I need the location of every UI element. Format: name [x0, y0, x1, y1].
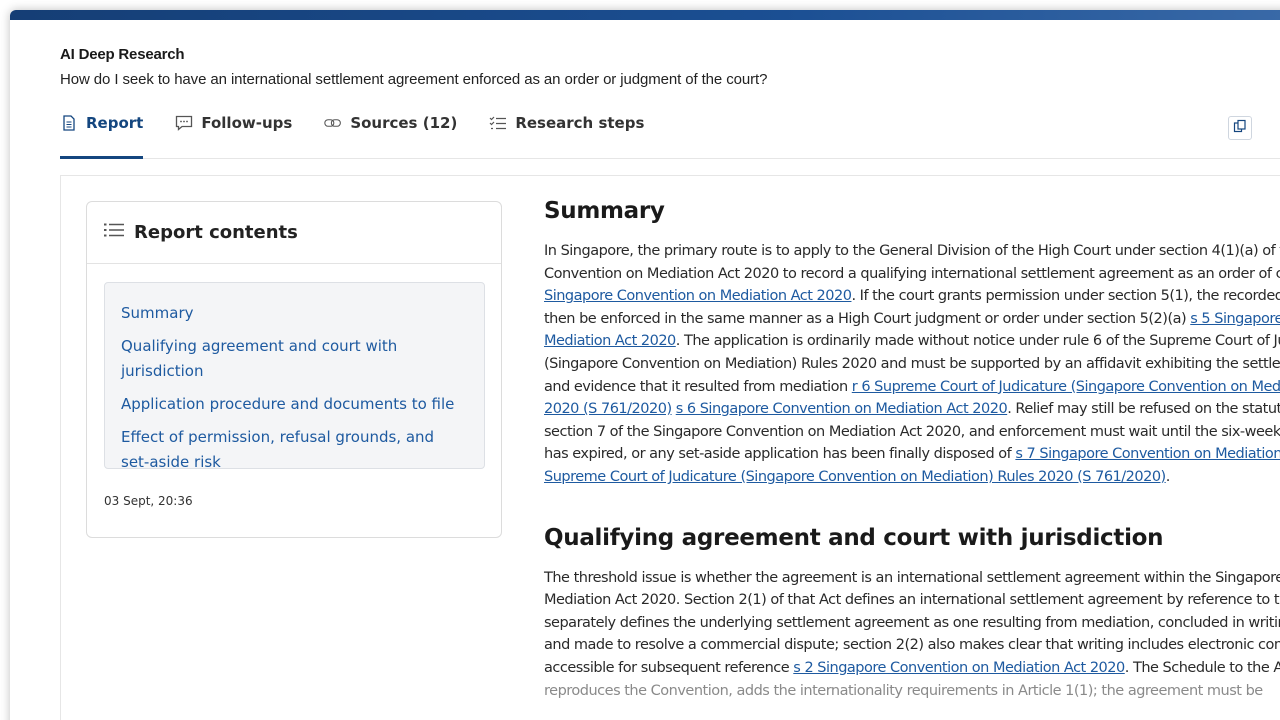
citation-link[interactable]: s 7 Singapore Convention on Mediation Ac…: [1015, 446, 1280, 462]
text-line: Mediation Act 2020. The application is o…: [544, 330, 1280, 353]
research-question: How do I seek to have an international s…: [60, 71, 768, 88]
text-segment: section 7 of the Singapore Convention on…: [544, 423, 1280, 440]
text-segment: .: [1165, 468, 1171, 485]
text-line: section 7 of the Singapore Convention on…: [544, 421, 1280, 444]
citation-link[interactable]: 2020 (S 761/2020): [544, 401, 672, 417]
tab-research-steps-label: Research steps: [515, 114, 645, 132]
report-contents-panel: Report contents Summary Qualifying agree…: [86, 201, 502, 538]
text-line: Mediation Act 2020. Section 2(1) of that…: [544, 589, 1280, 612]
text-line: then be enforced in the same manner as a…: [544, 308, 1280, 331]
text-segment: In Singapore, the primary route is to ap…: [544, 243, 1280, 259]
checklist-icon: [489, 114, 507, 132]
report-contents-title: Report contents: [134, 222, 298, 243]
summary-heading: Summary: [544, 198, 665, 224]
toc-item-effect-of-permission[interactable]: Effect of permission, refusal grounds, a…: [121, 425, 451, 475]
report-body: Summary In Singapore, the primary route …: [544, 198, 1280, 702]
toc-item-application-procedure[interactable]: Application procedure and documents to f…: [121, 392, 468, 417]
text-segment: . The Schedule to the Act: [1124, 659, 1280, 676]
toc-item-summary[interactable]: Summary: [121, 301, 468, 326]
text-line: Supreme Court of Judicature (Singapore C…: [544, 466, 1280, 489]
chat-icon: [175, 114, 193, 132]
tab-research-steps[interactable]: Research steps: [489, 114, 644, 158]
text-line: separately defines the underlying settle…: [544, 612, 1280, 635]
text-segment: has expired, or any set-aside applicatio…: [544, 446, 1016, 463]
app-title: AI Deep Research: [60, 46, 185, 63]
tab-follow-ups-label: Follow-ups: [201, 114, 293, 132]
document-icon: [60, 114, 78, 132]
qualifying-agreement-paragraph: The threshold issue is whether the agree…: [544, 567, 1280, 703]
citation-link[interactable]: s 2 Singapore Convention on Mediation Ac…: [793, 660, 1125, 676]
citation-link[interactable]: r 6 Supreme Court of Judicature (Singapo…: [852, 379, 1280, 395]
text-segment: and evidence that it resulted from media…: [544, 378, 852, 395]
tab-report-label: Report: [86, 114, 144, 132]
text-line: (Singapore Convention on Mediation) Rule…: [544, 353, 1280, 376]
text-segment: Mediation Act 2020. Section 2(1) of that…: [544, 592, 1280, 609]
link-icon: [324, 114, 342, 132]
tab-report[interactable]: Report: [60, 114, 144, 159]
text-segment: and made to resolve a commercial dispute…: [544, 637, 1280, 654]
text-segment: . The application is ordinarily made wit…: [675, 333, 1280, 350]
text-line: accessible for subsequent reference s 2 …: [544, 657, 1280, 680]
top-accent-bar: [10, 10, 1280, 20]
text-line: reproduces the Convention, adds the inte…: [544, 680, 1280, 703]
report-timestamp: 03 Sept, 20:36: [104, 494, 193, 508]
copy-button[interactable]: [1228, 116, 1252, 140]
text-segment: Convention on Mediation Act 2020 to reco…: [544, 265, 1280, 282]
page-header: AI Deep Research How do I seek to have a…: [10, 20, 1280, 159]
text-segment: (Singapore Convention on Mediation) Rule…: [544, 355, 1280, 372]
text-segment: separately defines the underlying settle…: [544, 614, 1280, 631]
text-line: Convention on Mediation Act 2020 to reco…: [544, 263, 1280, 286]
citation-link[interactable]: Singapore Convention on Mediation Act 20…: [544, 288, 852, 304]
citation-link[interactable]: s 5 Singapore Convention on: [1190, 311, 1280, 327]
text-line: and evidence that it resulted from media…: [544, 376, 1280, 399]
tab-sources[interactable]: Sources (12): [324, 114, 457, 158]
text-segment: reproduces the Convention, adds the inte…: [544, 682, 1263, 699]
text-segment: The threshold issue is whether the agree…: [544, 569, 1280, 586]
tab-follow-ups[interactable]: Follow-ups: [175, 114, 292, 158]
tab-sources-label: Sources (12): [350, 114, 458, 132]
text-segment: . If the court grants permission under s…: [851, 288, 1280, 305]
text-segment: then be enforced in the same manner as a…: [544, 310, 1191, 327]
qualifying-agreement-heading: Qualifying agreement and court with juri…: [544, 524, 1164, 551]
list-icon: [104, 222, 124, 243]
text-segment: . Relief may still be refused on the sta…: [1007, 401, 1280, 418]
text-line: In Singapore, the primary route is to ap…: [544, 240, 1280, 263]
citation-link[interactable]: Mediation Act 2020: [544, 333, 676, 349]
report-contents-header: Report contents: [87, 202, 501, 264]
text-segment: accessible for subsequent reference: [544, 659, 794, 676]
copy-icon: [1233, 119, 1247, 138]
summary-paragraph: In Singapore, the primary route is to ap…: [544, 240, 1280, 489]
text-line: Singapore Convention on Mediation Act 20…: [544, 285, 1280, 308]
text-line: has expired, or any set-aside applicatio…: [544, 443, 1280, 466]
citation-link[interactable]: s 6 Singapore Convention on Mediation Ac…: [676, 401, 1008, 417]
content-area: Report contents Summary Qualifying agree…: [60, 175, 1280, 720]
tab-bar: Report Follow-ups Sources (12) Research …: [60, 114, 1280, 159]
text-line: 2020 (S 761/2020) s 6 Singapore Conventi…: [544, 398, 1280, 421]
text-line: The threshold issue is whether the agree…: [544, 567, 1280, 590]
citation-link[interactable]: Supreme Court of Judicature (Singapore C…: [544, 469, 1166, 485]
text-line: and made to resolve a commercial dispute…: [544, 634, 1280, 657]
toc-item-qualifying-agreement[interactable]: Qualifying agreement and court with juri…: [121, 334, 468, 384]
app-window: AI Deep Research How do I seek to have a…: [10, 10, 1280, 720]
report-contents-list: Summary Qualifying agreement and court w…: [104, 282, 485, 471]
